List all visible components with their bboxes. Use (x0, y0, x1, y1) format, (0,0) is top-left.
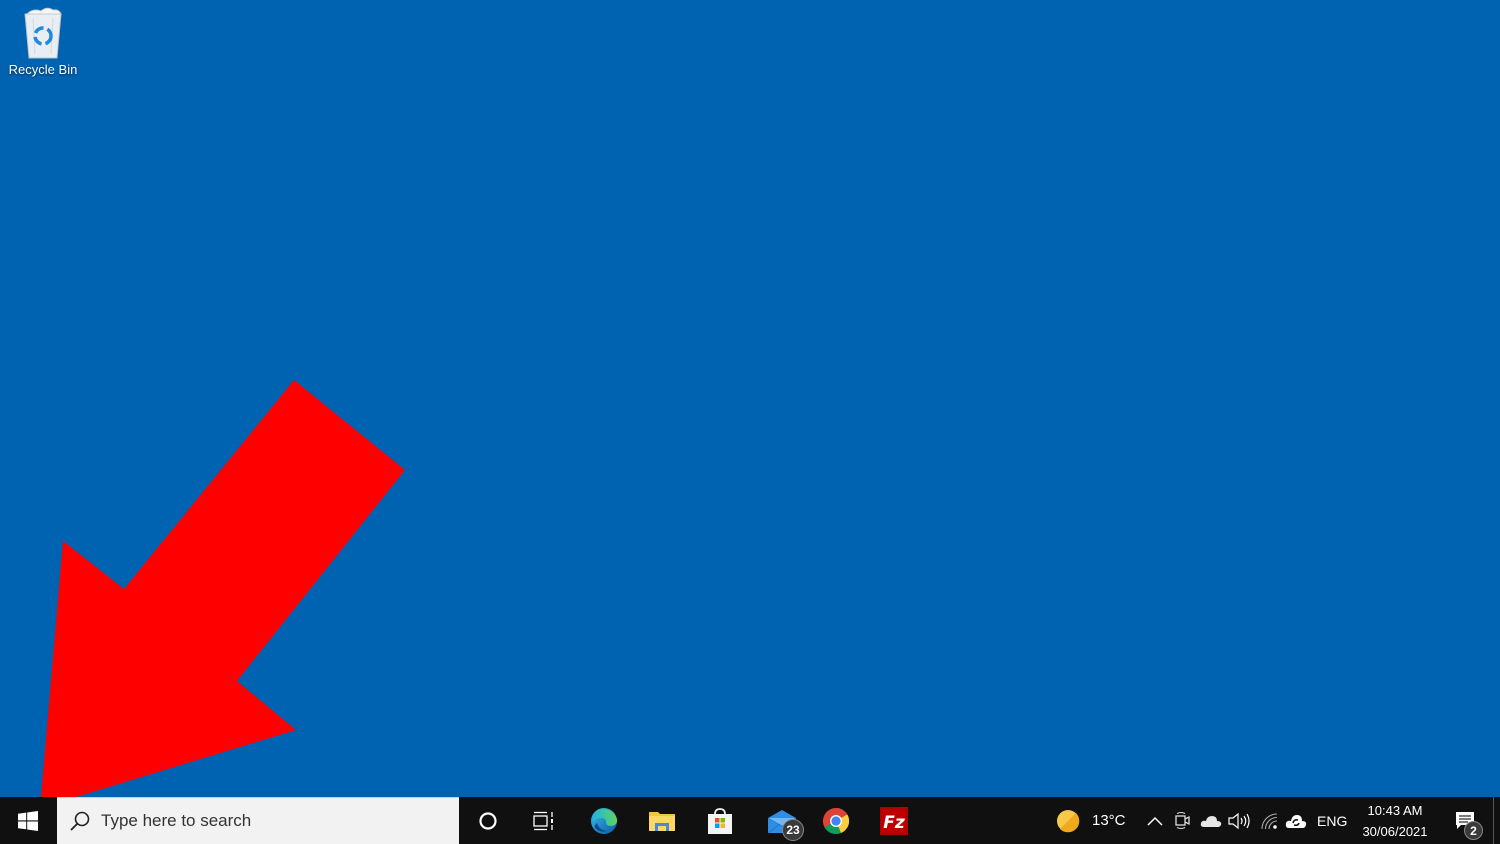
notification-count-badge: 2 (1464, 821, 1483, 840)
tray-meet-now[interactable] (1172, 797, 1194, 844)
red-arrow-annotation (40, 380, 405, 808)
taskbar-app-edge[interactable] (580, 797, 628, 844)
clock-date: 30/06/2021 (1362, 823, 1428, 839)
recycle-bin-icon (24, 7, 62, 59)
onedrive-icon (1200, 815, 1222, 827)
task-view-button[interactable] (520, 797, 568, 844)
show-hidden-icons-button[interactable] (1144, 797, 1166, 844)
chrome-icon (822, 807, 850, 834)
chevron-up-icon (1147, 816, 1163, 826)
search-box[interactable]: Type here to search (57, 797, 459, 844)
input-language-indicator[interactable]: ENG (1317, 797, 1347, 844)
start-button[interactable] (0, 797, 56, 844)
windows-logo-icon (18, 810, 38, 831)
taskbar-app-filezilla[interactable]: Fz (870, 797, 918, 844)
desktop-icon-label: Recycle Bin (8, 62, 78, 77)
filezilla-icon: Fz (880, 806, 908, 835)
desktop: Recycle Bin (0, 0, 1500, 808)
show-desktop-button[interactable] (1493, 797, 1500, 844)
weather-widget-icon[interactable] (1054, 797, 1082, 844)
meet-now-icon (1175, 811, 1190, 829)
tray-volume[interactable] (1227, 797, 1251, 844)
taskbar-app-store[interactable] (696, 797, 744, 844)
tray-onedrive[interactable] (1199, 797, 1223, 844)
taskbar-app-mail[interactable]: 23 (756, 797, 808, 844)
search-icon (69, 810, 91, 832)
clock-time: 10:43 AM (1367, 802, 1423, 818)
action-center-button[interactable]: 2 (1448, 797, 1484, 844)
weather-sun-icon (1057, 809, 1080, 832)
search-placeholder: Type here to search (101, 811, 252, 830)
edge-icon (591, 807, 618, 834)
volume-icon (1228, 812, 1250, 829)
cortana-circle-icon (479, 811, 497, 830)
arrow-shape (40, 380, 405, 808)
clock[interactable]: 10:43 AM 30/06/2021 (1350, 797, 1440, 844)
desktop-icon-recycle-bin[interactable]: Recycle Bin (0, 4, 86, 77)
weather-temperature[interactable]: 13°C (1092, 797, 1126, 844)
task-view-icon (533, 811, 553, 830)
taskbar: Type here to search 23 Fz 13°C ENG 10:43… (0, 797, 1500, 844)
cloud-sync-icon (1285, 814, 1307, 828)
tray-cloud-sync[interactable] (1284, 797, 1308, 844)
taskbar-app-file-explorer[interactable] (638, 797, 686, 844)
wifi-icon (1261, 812, 1278, 829)
store-icon (708, 807, 732, 834)
tray-network[interactable] (1257, 797, 1281, 844)
mail-unread-badge: 23 (782, 819, 804, 841)
taskbar-app-chrome[interactable] (812, 797, 860, 844)
folder-icon (649, 811, 675, 831)
filezilla-glyph: Fz (883, 813, 905, 833)
cortana-button[interactable] (464, 797, 512, 844)
